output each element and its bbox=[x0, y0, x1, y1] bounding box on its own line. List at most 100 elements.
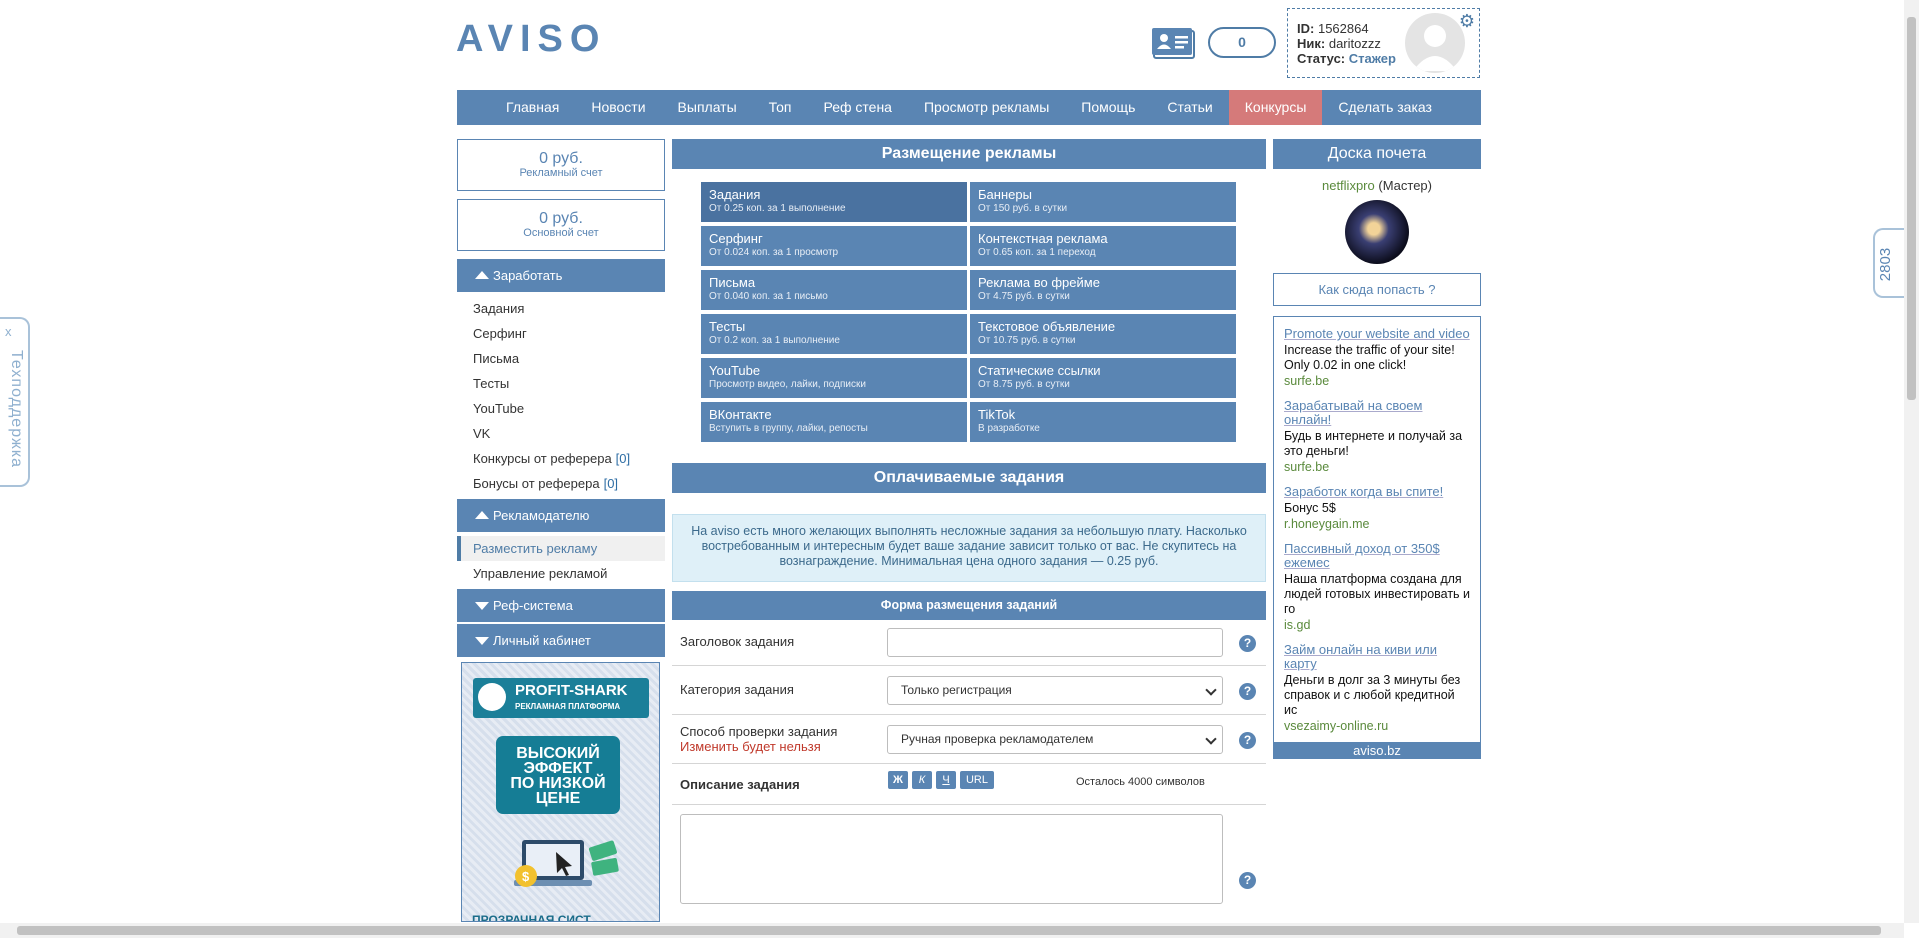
menu-item-ref-contests[interactable]: Конкурсы от реферера [0] bbox=[457, 446, 665, 471]
online-counter-tab[interactable]: 2803 bbox=[1873, 228, 1906, 298]
main-content: Размещение рекламы Задания От 0.25 коп. з… bbox=[672, 139, 1266, 915]
text-ad[interactable]: Зарабатывай на своем онлайн! Будь в инте… bbox=[1284, 399, 1470, 475]
text-ad-url[interactable]: r.honeygain.me bbox=[1284, 517, 1470, 532]
ad-balance[interactable]: 0 руб. Рекламный счет bbox=[457, 139, 665, 191]
help-icon[interactable]: ? bbox=[1239, 732, 1256, 749]
ad-type-sub: От 0.024 коп. за 1 просмотр bbox=[709, 247, 839, 258]
honor-user-rank: (Мастер) bbox=[1378, 178, 1432, 193]
format-italic-button[interactable]: К bbox=[912, 771, 932, 789]
menu-item-youtube[interactable]: YouTube bbox=[457, 396, 665, 421]
ad-type-banners[interactable]: Баннеры От 150 руб. в сутки bbox=[970, 182, 1236, 222]
site-logo[interactable]: AVISO bbox=[456, 18, 606, 61]
banner-logo: PROFIT-SHARK РЕКЛАМНАЯ ПЛАТФОРМА bbox=[473, 678, 649, 718]
ad-type-static-links[interactable]: Статические ссылки От 8.75 руб. в сутки bbox=[970, 358, 1236, 398]
ad-type-frame[interactable]: Реклама во фрейме От 4.75 руб. в сутки bbox=[970, 270, 1236, 310]
ads-footer-link[interactable]: aviso.bz bbox=[1273, 743, 1481, 759]
right-sidebar: Доска почета netflixpro (Мастер) Как сюд… bbox=[1273, 139, 1481, 759]
format-url-button[interactable]: URL bbox=[960, 771, 994, 789]
nav-view-ads[interactable]: Просмотр рекламы bbox=[908, 90, 1065, 125]
text-ad[interactable]: Пассивный доход от 350$ ежемес Наша плат… bbox=[1284, 542, 1470, 633]
chevron-down-icon bbox=[1205, 733, 1217, 745]
text-ad-title[interactable]: Зарабатывай на своем онлайн! bbox=[1284, 399, 1470, 427]
ad-type-youtube[interactable]: YouTube Просмотр видео, лайки, подписки bbox=[701, 358, 967, 398]
ad-type-context[interactable]: Контекстная реклама От 0.65 коп. за 1 пер… bbox=[970, 226, 1236, 266]
profit-shark-banner[interactable]: PROFIT-SHARK РЕКЛАМНАЯ ПЛАТФОРМА ВЫСОКИЙ… bbox=[461, 662, 660, 922]
nav-home[interactable]: Главная bbox=[490, 90, 575, 125]
main-balance[interactable]: 0 руб. Основной счет bbox=[457, 199, 665, 251]
support-close-button[interactable]: x bbox=[5, 324, 12, 339]
ad-type-tasks[interactable]: Задания От 0.25 коп. за 1 выполнение bbox=[701, 182, 967, 222]
menu-item-tests[interactable]: Тесты bbox=[457, 371, 665, 396]
text-ad[interactable]: Займ онлайн на киви или карту Деньги в д… bbox=[1284, 643, 1470, 734]
nav-contests[interactable]: Конкурсы bbox=[1228, 90, 1323, 125]
ad-type-text-ad[interactable]: Текстовое объявление От 10.75 руб. в сутк… bbox=[970, 314, 1236, 354]
section-ref-system[interactable]: Реф-система bbox=[457, 589, 665, 622]
ad-type-surfing[interactable]: Серфинг От 0.024 коп. за 1 просмотр bbox=[701, 226, 967, 266]
nav-articles[interactable]: Статьи bbox=[1151, 90, 1228, 125]
ad-type-letters[interactable]: Письма От 0.040 коп. за 1 письмо bbox=[701, 270, 967, 310]
ad-types-grid: Задания От 0.25 коп. за 1 выполнение Банн… bbox=[672, 169, 1266, 442]
gear-icon[interactable]: ⚙ bbox=[1459, 12, 1475, 30]
nav-top[interactable]: Топ bbox=[753, 90, 808, 125]
notification-counter[interactable]: 0 bbox=[1208, 27, 1276, 58]
ad-type-sub: От 0.2 коп. за 1 выполнение bbox=[709, 335, 840, 346]
banner-tagline: РЕКЛАМНАЯ ПЛАТФОРМА bbox=[515, 702, 621, 711]
how-to-get-here-link[interactable]: Как сюда попасть ? bbox=[1273, 273, 1481, 306]
category-select[interactable]: Только регистрация bbox=[887, 676, 1223, 705]
vertical-scroll-thumb[interactable] bbox=[1907, 17, 1916, 400]
vertical-scrollbar[interactable] bbox=[1904, 0, 1919, 923]
menu-item-letters[interactable]: Письма bbox=[457, 346, 665, 371]
check-method-select[interactable]: Ручная проверка рекламодателем bbox=[887, 725, 1223, 754]
text-ad-url[interactable]: surfe.be bbox=[1284, 374, 1470, 389]
menu-item-place-ad[interactable]: Разместить рекламу bbox=[457, 536, 665, 561]
honor-user-avatar[interactable] bbox=[1345, 200, 1409, 264]
menu-item-manage-ads[interactable]: Управление рекламой bbox=[457, 561, 665, 586]
nav-news[interactable]: Новости bbox=[575, 90, 661, 125]
horizontal-scroll-thumb[interactable] bbox=[17, 926, 1881, 935]
menu-item-ref-bonuses[interactable]: Бонусы от реферера [0] bbox=[457, 471, 665, 496]
ad-type-vkontakte[interactable]: ВКонтакте Вступить в группу, лайки, репос… bbox=[701, 402, 967, 442]
honor-user-name[interactable]: netflixpro bbox=[1322, 178, 1375, 193]
section-earn[interactable]: Заработать bbox=[457, 259, 665, 292]
contacts-card-icon[interactable] bbox=[1152, 27, 1196, 60]
support-tab[interactable]: x Техподдержка bbox=[0, 317, 30, 487]
help-icon[interactable]: ? bbox=[1239, 635, 1256, 652]
menu-item-tasks[interactable]: Задания bbox=[457, 296, 665, 321]
format-underline-button[interactable]: Ч bbox=[936, 771, 956, 789]
horizontal-scrollbar[interactable] bbox=[0, 923, 1904, 938]
format-bold-button[interactable]: Ж bbox=[888, 771, 908, 789]
info-message: На aviso есть много желающих выполнять н… bbox=[672, 514, 1266, 582]
ad-type-sub: Вступить в группу, лайки, репосты bbox=[709, 423, 868, 434]
form-title: Форма размещения заданий bbox=[672, 591, 1266, 620]
ad-type-tiktok[interactable]: TikTok В разработке bbox=[970, 402, 1236, 442]
nav-ref-wall[interactable]: Реф стена bbox=[807, 90, 907, 125]
text-ad-title[interactable]: Займ онлайн на киви или карту bbox=[1284, 643, 1470, 671]
ad-type-tests[interactable]: Тесты От 0.2 коп. за 1 выполнение bbox=[701, 314, 967, 354]
ad-balance-amount: 0 руб. bbox=[539, 150, 583, 167]
support-label: Техподдержка bbox=[8, 350, 25, 469]
description-textarea[interactable] bbox=[680, 814, 1223, 904]
nav-help[interactable]: Помощь bbox=[1065, 90, 1151, 125]
text-ad[interactable]: Заработок когда вы спите! Бонус 5$ r.hon… bbox=[1284, 485, 1470, 532]
text-ad-url[interactable]: vsezaimy-online.ru bbox=[1284, 719, 1470, 734]
nav-payouts[interactable]: Выплаты bbox=[662, 90, 753, 125]
text-ad-title[interactable]: Promote your website and video bbox=[1284, 327, 1470, 341]
main-nav: Главная Новости Выплаты Топ Реф стена Пр… bbox=[457, 90, 1481, 125]
menu-item-vk[interactable]: VK bbox=[457, 421, 665, 446]
text-ad-url[interactable]: surfe.be bbox=[1284, 460, 1470, 475]
user-status[interactable]: Стажер bbox=[1349, 51, 1396, 66]
task-title-input[interactable] bbox=[887, 628, 1223, 657]
user-avatar[interactable] bbox=[1405, 13, 1465, 73]
ad-type-sub: От 150 руб. в сутки bbox=[978, 203, 1068, 214]
text-ad-title[interactable]: Заработок когда вы спите! bbox=[1284, 485, 1470, 499]
text-ad-url[interactable]: is.gd bbox=[1284, 618, 1470, 633]
nav-make-order[interactable]: Сделать заказ bbox=[1322, 90, 1448, 125]
section-cabinet[interactable]: Личный кабинет bbox=[457, 624, 665, 657]
text-ad-title[interactable]: Пассивный доход от 350$ ежемес bbox=[1284, 542, 1470, 570]
ad-type-sub: От 8.75 руб. в сутки bbox=[978, 379, 1070, 390]
text-ad[interactable]: Promote your website and video Increase … bbox=[1284, 327, 1470, 389]
help-icon[interactable]: ? bbox=[1239, 683, 1256, 700]
help-icon[interactable]: ? bbox=[1239, 872, 1256, 889]
menu-item-surfing[interactable]: Серфинг bbox=[457, 321, 665, 346]
section-advertiser[interactable]: Рекламодателю bbox=[457, 499, 665, 532]
